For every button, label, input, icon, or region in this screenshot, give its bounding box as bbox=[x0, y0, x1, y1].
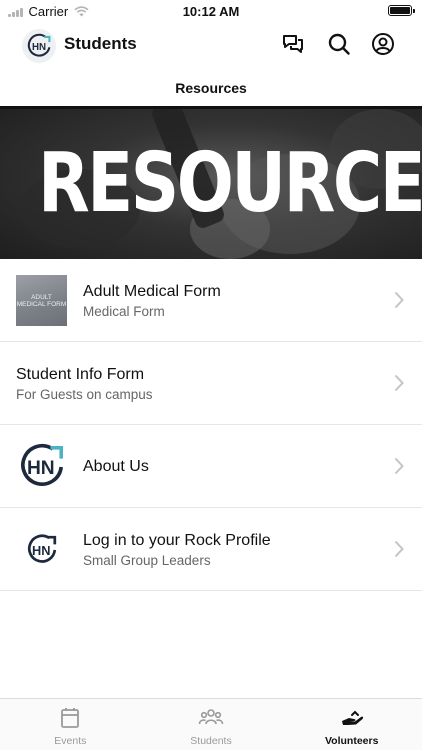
resources-banner: RESOURCES bbox=[0, 106, 422, 259]
tab-bar: Events Students Volunteers bbox=[0, 698, 422, 750]
svg-text:HN: HN bbox=[32, 42, 46, 53]
group-icon bbox=[198, 709, 224, 725]
search-icon[interactable] bbox=[327, 32, 351, 56]
chevron-right-icon bbox=[394, 540, 404, 558]
medical-form-thumbnail: ADULT MEDICAL FORM bbox=[16, 275, 67, 326]
item-subtitle: For Guests on campus bbox=[16, 387, 153, 402]
thumbnail-caption: ADULT MEDICAL FORM bbox=[16, 293, 67, 308]
page-title: Resources bbox=[175, 80, 247, 96]
chevron-right-icon bbox=[394, 291, 404, 309]
resource-item-about-us[interactable]: HN About Us bbox=[0, 425, 422, 508]
app-header: HN Students bbox=[0, 22, 422, 66]
item-title: Adult Medical Form bbox=[83, 283, 221, 300]
item-title: About Us bbox=[83, 458, 149, 475]
status-time: 10:12 AM bbox=[182, 4, 240, 19]
tab-label: Volunteers bbox=[324, 735, 379, 747]
svg-text:HN: HN bbox=[26, 458, 54, 479]
resource-item-adult-medical-form[interactable]: ADULT MEDICAL FORM Adult Medical Form Me… bbox=[0, 259, 422, 342]
tab-events[interactable]: Events bbox=[0, 699, 141, 750]
banner-title: RESOURCES bbox=[37, 136, 422, 231]
calendar-icon bbox=[61, 708, 80, 728]
profile-icon[interactable] bbox=[371, 32, 395, 56]
item-subtitle: Small Group Leaders bbox=[83, 553, 211, 568]
battery-icon bbox=[388, 5, 415, 16]
resource-list: ADULT MEDICAL FORM Adult Medical Form Me… bbox=[0, 259, 422, 591]
chevron-right-icon bbox=[394, 374, 404, 392]
item-subtitle: Medical Form bbox=[83, 304, 165, 319]
resource-item-student-info-form[interactable]: Student Info Form For Guests on campus bbox=[0, 342, 422, 425]
chevron-right-icon bbox=[394, 457, 404, 475]
hn-logo-icon: HN bbox=[16, 441, 67, 492]
chat-icon[interactable] bbox=[281, 32, 305, 56]
tab-volunteers[interactable]: Volunteers bbox=[281, 699, 422, 750]
app-title: Students bbox=[64, 34, 137, 53]
tab-label: Events bbox=[54, 735, 87, 747]
svg-text:HN: HN bbox=[31, 542, 49, 557]
resource-item-rock-profile[interactable]: HN Log in to your Rock Profile Small Gro… bbox=[0, 508, 422, 591]
helping-hand-icon bbox=[341, 710, 363, 725]
item-title: Log in to your Rock Profile bbox=[83, 532, 271, 549]
app-logo-icon[interactable]: HN bbox=[22, 29, 56, 63]
tab-students[interactable]: Students bbox=[141, 699, 282, 750]
hn-logo-icon: HN bbox=[16, 524, 67, 575]
item-title: Student Info Form bbox=[16, 366, 145, 383]
tab-label: Students bbox=[190, 735, 232, 747]
status-bar: Carrier 10:12 AM bbox=[0, 0, 422, 22]
